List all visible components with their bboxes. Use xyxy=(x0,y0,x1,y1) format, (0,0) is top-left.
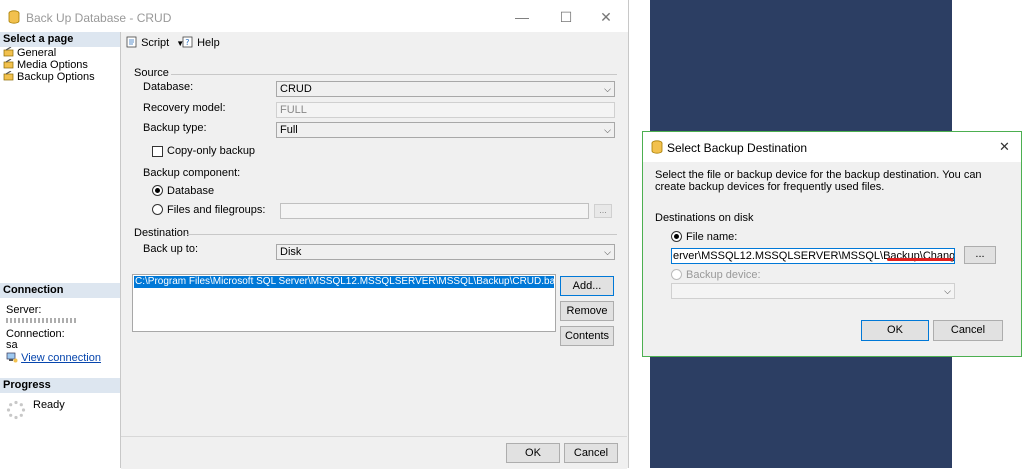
recovery-model-label: Recovery model: xyxy=(143,102,226,114)
copy-only-label[interactable]: Copy-only backup xyxy=(167,145,255,157)
backup-type-select[interactable]: Full ⌵ xyxy=(276,122,615,138)
script-button[interactable]: Script ▼ xyxy=(126,36,184,49)
ok-button[interactable]: OK xyxy=(506,443,560,463)
database-icon xyxy=(8,10,20,24)
remove-destination-button[interactable]: Remove xyxy=(560,301,614,321)
dialog-title: Select Backup Destination xyxy=(667,141,808,155)
back-up-to-select[interactable]: Disk ⌵ xyxy=(276,244,615,260)
script-label: Script xyxy=(141,37,170,49)
dialog-cancel-button[interactable]: Cancel xyxy=(933,320,1003,341)
page-icon xyxy=(3,59,14,69)
dialog-close-button[interactable]: ✕ xyxy=(999,139,1010,155)
recovery-model-value: FULL xyxy=(280,104,307,116)
file-name-input[interactable]: erver\MSSQL12.MSSQLSERVER\MSSQL\Backup\C… xyxy=(671,248,955,264)
component-files-label[interactable]: Files and filegroups: xyxy=(167,204,265,216)
copy-only-checkbox[interactable] xyxy=(152,146,163,157)
dialog-title-bar: Select Backup Destination ✕ xyxy=(643,132,1021,162)
page-icon xyxy=(3,47,14,57)
close-button[interactable]: ✕ xyxy=(592,6,620,28)
connection-icon xyxy=(6,352,18,363)
destination-list-item[interactable]: C:\Program Files\Microsoft SQL Server\MS… xyxy=(134,276,554,288)
chevron-down-icon: ⌵ xyxy=(604,125,611,135)
window-title: Back Up Database - CRUD xyxy=(26,11,172,25)
server-value-redacted xyxy=(6,318,76,323)
minimize-button[interactable]: — xyxy=(508,6,536,28)
backup-type-label: Backup type: xyxy=(143,122,207,134)
component-database-label[interactable]: Database xyxy=(167,185,214,197)
file-browse-button[interactable]: ... xyxy=(964,246,996,264)
server-label: Server: xyxy=(6,304,42,316)
database-value: CRUD xyxy=(280,83,312,95)
title-bar: Back Up Database - CRUD — ☐ ✕ xyxy=(0,0,628,32)
backup-component-label: Backup component: xyxy=(143,167,241,179)
spinner-icon xyxy=(6,400,26,420)
destination-section-title: Destination xyxy=(134,227,190,239)
progress-header: Progress xyxy=(0,378,120,393)
component-database-radio[interactable] xyxy=(152,185,163,196)
left-pane: Select a page General Media Options Back… xyxy=(0,32,121,468)
database-icon xyxy=(651,140,663,154)
select-backup-destination-dialog: Select Backup Destination ✕ Select the f… xyxy=(642,131,1022,357)
page-item-label: Backup Options xyxy=(17,71,95,83)
dialog-description: Select the file or backup device for the… xyxy=(655,169,982,193)
connection-value: sa xyxy=(6,339,18,351)
destination-list[interactable]: C:\Program Files\Microsoft SQL Server\MS… xyxy=(132,274,556,332)
source-divider xyxy=(171,74,617,75)
back-up-to-value: Disk xyxy=(280,246,302,258)
backup-device-radio[interactable] xyxy=(671,269,682,280)
page-item-label: Media Options xyxy=(17,59,88,71)
component-files-radio[interactable] xyxy=(152,204,163,215)
view-connection-text[interactable]: View connection xyxy=(21,352,101,364)
highlight-underline xyxy=(887,258,953,261)
source-section-title: Source xyxy=(134,67,169,79)
progress-status: Ready xyxy=(33,399,65,411)
page-icon xyxy=(3,71,14,81)
filegroups-browse-button: ... xyxy=(594,204,612,218)
filegroups-field xyxy=(280,203,589,219)
help-button[interactable]: ? Help xyxy=(182,36,220,49)
chevron-down-icon: ⌵ xyxy=(604,247,611,257)
database-label: Database: xyxy=(143,81,194,93)
file-name-label[interactable]: File name: xyxy=(686,231,737,243)
file-name-radio[interactable] xyxy=(671,231,682,242)
destination-divider xyxy=(187,234,617,235)
chevron-down-icon: ⌵ xyxy=(604,84,611,94)
help-icon: ? xyxy=(182,36,193,48)
destinations-label: Destinations on disk xyxy=(655,212,754,224)
backup-database-window: Back Up Database - CRUD — ☐ ✕ Select a p… xyxy=(0,0,629,469)
toolbar: Script ▼ ? Help xyxy=(121,32,627,55)
page-item-backup-options[interactable]: Backup Options xyxy=(3,71,95,84)
maximize-button[interactable]: ☐ xyxy=(552,6,580,28)
add-destination-button[interactable]: Add... xyxy=(560,276,614,296)
dialog-ok-button[interactable]: OK xyxy=(861,320,929,341)
help-label: Help xyxy=(197,37,220,49)
chevron-down-icon: ⌵ xyxy=(944,286,951,296)
database-select[interactable]: CRUD ⌵ xyxy=(276,81,615,97)
connection-header: Connection xyxy=(0,283,120,298)
contents-button[interactable]: Contents xyxy=(560,326,614,346)
svg-text:?: ? xyxy=(185,38,189,47)
recovery-model-field: FULL xyxy=(276,102,615,118)
script-icon xyxy=(126,36,137,48)
select-page-header: Select a page xyxy=(0,32,120,47)
page-item-label: General xyxy=(17,47,57,59)
button-bar: OK Cancel xyxy=(121,436,627,469)
view-connection-link[interactable]: View connection xyxy=(6,352,101,364)
general-page: Source Database: CRUD ⌵ Recovery model: … xyxy=(121,54,627,436)
cancel-button[interactable]: Cancel xyxy=(564,443,618,463)
backup-device-select: ⌵ xyxy=(671,283,955,299)
backup-type-value: Full xyxy=(280,124,298,136)
backup-device-label[interactable]: Backup device: xyxy=(686,269,761,281)
back-up-to-label: Back up to: xyxy=(143,243,199,255)
